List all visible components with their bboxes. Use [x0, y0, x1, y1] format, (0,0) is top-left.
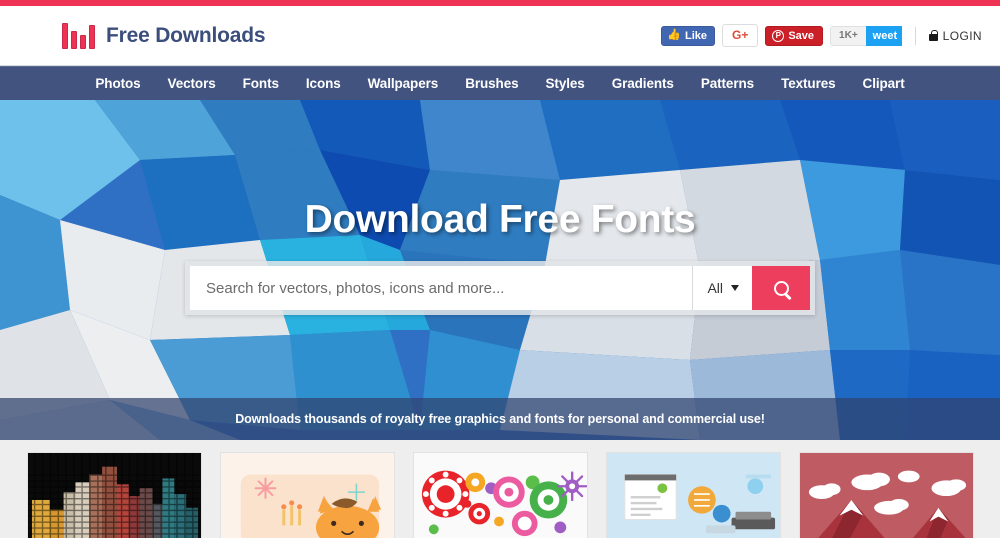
colorful-germ-circles-image — [413, 453, 587, 538]
search-input[interactable] — [206, 279, 677, 297]
nav-item-gradients[interactable]: Gradients — [612, 76, 674, 91]
infographic-presentation-image — [606, 453, 780, 538]
nav-item-wallpapers[interactable]: Wallpapers — [368, 76, 439, 91]
brand-name: Free Downloads — [106, 23, 266, 47]
nav-item-clipart[interactable]: Clipart — [863, 76, 905, 91]
search-bar: All — [185, 261, 815, 315]
pinterest-save-label: Save — [788, 29, 815, 42]
thumbnail-card-red-mountain-clouds[interactable] — [798, 452, 974, 538]
search-category-value: All — [707, 280, 723, 296]
equalizer-bars-logo-icon — [62, 22, 95, 49]
nav-item-textures[interactable]: Textures — [781, 76, 836, 91]
twitter-share-group[interactable]: 1K+ weet — [830, 25, 902, 46]
lock-icon — [928, 29, 938, 41]
hero-banner: Download Free Fonts All Downloads thousa… — [0, 100, 1000, 440]
thumbnail-row — [0, 440, 1000, 538]
pinterest-save-button[interactable]: P Save — [765, 25, 824, 46]
pixel-city-skyline-image — [27, 453, 201, 538]
facebook-like-button[interactable]: 👍 Like — [661, 25, 715, 46]
hero-content: Download Free Fonts All — [0, 100, 1000, 315]
chevron-down-icon — [731, 285, 739, 291]
tweet-button[interactable]: weet — [865, 25, 902, 46]
thumbnail-card-cat-birthday-illustration[interactable] — [219, 452, 395, 538]
nav-item-photos[interactable]: Photos — [95, 76, 140, 91]
tweet-count-badge: 1K+ — [830, 25, 866, 46]
facebook-like-label: Like — [684, 29, 707, 42]
search-submit-button[interactable] — [752, 266, 810, 310]
site-header: Free Downloads 👍 Like G+ P Save 1K+ weet… — [0, 6, 1000, 66]
main-navigation: Photos Vectors Fonts Icons Wallpapers Br… — [0, 66, 1000, 100]
cat-birthday-illustration-image — [220, 453, 394, 538]
thumbs-up-icon: 👍 — [667, 29, 681, 41]
search-input-wrapper[interactable] — [190, 266, 693, 310]
login-button[interactable]: LOGIN — [928, 28, 982, 43]
thumbnail-card-pixel-city-skyline[interactable] — [26, 452, 202, 538]
nav-item-icons[interactable]: Icons — [306, 76, 341, 91]
nav-item-patterns[interactable]: Patterns — [701, 76, 754, 91]
nav-item-brushes[interactable]: Brushes — [465, 76, 518, 91]
thumbnail-card-colorful-germ-circles[interactable] — [412, 452, 588, 538]
header-divider — [914, 26, 916, 45]
social-buttons: 👍 Like G+ P Save 1K+ weet LOGIN — [661, 24, 982, 47]
nav-item-styles[interactable]: Styles — [546, 76, 585, 91]
red-mountain-clouds-image — [799, 453, 973, 538]
login-label: LOGIN — [942, 28, 982, 43]
nav-item-fonts[interactable]: Fonts — [243, 76, 279, 91]
search-category-dropdown[interactable]: All — [692, 266, 752, 310]
nav-item-vectors[interactable]: Vectors — [168, 76, 216, 91]
thumbnail-card-infographic-presentation[interactable] — [605, 452, 781, 538]
tagline-text: Downloads thousands of royalty free grap… — [235, 412, 765, 426]
search-icon — [773, 280, 789, 296]
page-title: Download Free Fonts — [304, 198, 696, 241]
google-plus-button[interactable]: G+ — [721, 24, 759, 47]
tagline-bar: Downloads thousands of royalty free grap… — [0, 398, 1000, 440]
pinterest-icon: P — [772, 29, 785, 42]
brand-logo[interactable]: Free Downloads — [62, 22, 266, 49]
